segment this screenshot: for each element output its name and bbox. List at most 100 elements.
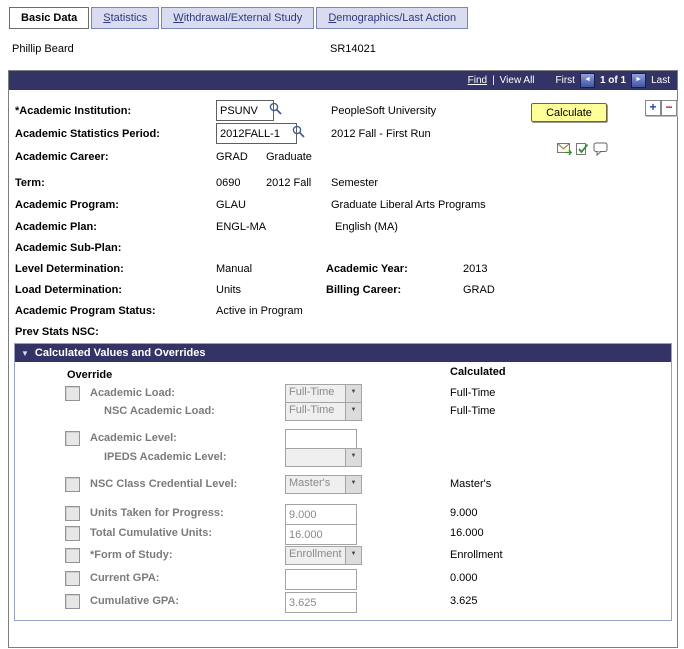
notify-icon[interactable] (557, 142, 574, 157)
academic-load-select-value: Full-Time (289, 386, 335, 398)
column-header-override: Override (67, 369, 113, 381)
value-level-determination: Manual (216, 263, 253, 275)
value-academic-year: 2013 (463, 263, 488, 275)
override-academic-load-checkbox[interactable] (65, 386, 80, 401)
override-row-form-of-study: *Form of Study: Enrollment ▼ Enrollment (15, 546, 671, 565)
label-academic-level: Academic Level: (90, 432, 177, 444)
label-units-taken: Units Taken for Progress: (90, 507, 224, 519)
label-cumulative-gpa: Cumulative GPA: (90, 595, 180, 607)
desc-academic-program: Graduate Liberal Arts Programs (331, 199, 486, 211)
section-header-calculated-values[interactable]: ▼ Calculated Values and Overrides (15, 344, 671, 362)
comment-icon[interactable] (593, 142, 610, 157)
calculated-values-section: ▼ Calculated Values and Overrides Overri… (14, 343, 672, 621)
dropdown-arrow-icon: ▼ (345, 476, 361, 493)
override-total-cumulative-units-checkbox[interactable] (65, 526, 80, 541)
override-row-academic-load: Academic Load: Full-Time ▼ Full-Time (15, 384, 671, 403)
nsc-academic-load-select[interactable]: Full-Time ▼ (285, 402, 362, 421)
value-term: 0690 (216, 177, 241, 189)
nsc-class-credential-level-select[interactable]: Master's ▼ (285, 475, 362, 494)
label-academic-load: Academic Load: (90, 387, 175, 399)
total-cumulative-units-input[interactable] (285, 524, 357, 545)
academic-level-input[interactable] (285, 429, 357, 450)
override-row-nsc-academic-load: NSC Academic Load: Full-Time ▼ Full-Time (15, 402, 671, 421)
column-header-calculated: Calculated (450, 366, 506, 378)
academic-statistics-period-input[interactable] (216, 123, 297, 144)
label-current-gpa: Current GPA: (90, 572, 160, 584)
dropdown-arrow-icon: ▼ (345, 449, 361, 466)
page: Basic Data Statistics Withdrawal/Externa… (0, 0, 684, 649)
override-row-total-cumulative-units: Total Cumulative Units: 16.000 (15, 524, 671, 545)
label-billing-career: Billing Career: (326, 284, 402, 296)
calculated-total-cumulative-units: 16.000 (450, 527, 484, 539)
add-row-button[interactable]: + (645, 100, 661, 116)
academic-institution-input[interactable] (216, 100, 274, 121)
basic-data-group-box: Find | View All First ◄ 1 of 1 ► Last *A… (8, 70, 678, 648)
current-gpa-input[interactable] (285, 569, 357, 590)
person-name: Phillip Beard (12, 43, 74, 55)
label-ipeds-academic-level: IPEDS Academic Level: (104, 451, 227, 463)
lookup-stats-period-icon[interactable] (292, 125, 306, 139)
override-cumulative-gpa-checkbox[interactable] (65, 594, 80, 609)
value-academic-program-status: Active in Program (216, 305, 303, 317)
tab-basic-data[interactable]: Basic Data (9, 7, 90, 29)
label-total-cumulative-units: Total Cumulative Units: (90, 527, 213, 539)
previous-row-button[interactable]: ◄ (579, 73, 595, 88)
delete-row-button[interactable]: − (661, 100, 677, 116)
tab-statistics[interactable]: Statistics (91, 7, 160, 29)
label-nsc-academic-load: NSC Academic Load: (104, 405, 215, 417)
label-nsc-class-credential-level: NSC Class Credential Level: (90, 478, 238, 490)
override-row-cumulative-gpa: Cumulative GPA: 3.625 (15, 592, 671, 613)
override-row-current-gpa: Current GPA: 0.000 (15, 569, 671, 590)
label-level-determination: Level Determination: (15, 263, 124, 275)
row-counter: 1 of 1 (599, 75, 627, 86)
form-of-study-select[interactable]: Enrollment ▼ (285, 546, 362, 565)
calculated-units-taken: 9.000 (450, 507, 478, 519)
value-load-determination: Units (216, 284, 242, 296)
calculate-button[interactable]: Calculate (531, 103, 607, 122)
grid-navigation-bar: Find | View All First ◄ 1 of 1 ► Last (9, 71, 677, 90)
person-id: SR14021 (330, 43, 376, 55)
label-academic-year: Academic Year: (326, 263, 408, 275)
academic-load-select[interactable]: Full-Time ▼ (285, 384, 362, 403)
override-units-taken-checkbox[interactable] (65, 506, 80, 521)
nsc-class-credential-level-select-value: Master's (289, 477, 331, 489)
calculated-current-gpa: 0.000 (450, 572, 478, 584)
tab-withdrawal-external-study[interactable]: Withdrawal/External Study (161, 7, 315, 29)
override-nsc-class-credential-checkbox[interactable] (65, 477, 80, 492)
ipeds-academic-level-select[interactable]: ▼ (285, 448, 362, 467)
calculated-nsc-academic-load: Full-Time (450, 405, 496, 417)
first-link[interactable]: First (556, 75, 575, 86)
calculated-nsc-class-credential-level: Master's (450, 478, 492, 490)
label-academic-institution: *Academic Institution: (15, 105, 132, 117)
find-link[interactable]: Find (468, 75, 487, 86)
override-row-nsc-class-credential-level: NSC Class Credential Level: Master's ▼ M… (15, 475, 671, 494)
dropdown-arrow-icon: ▼ (345, 403, 361, 420)
override-academic-level-checkbox[interactable] (65, 431, 80, 446)
calculated-academic-load: Full-Time (450, 387, 496, 399)
value-term-session: Semester (331, 177, 379, 189)
lookup-institution-icon[interactable] (269, 102, 283, 116)
last-link[interactable]: Last (651, 75, 670, 86)
previous-icon: ◄ (584, 76, 591, 83)
navbar-separator: | (492, 75, 495, 86)
nsc-academic-load-select-value: Full-Time (289, 404, 335, 416)
next-row-button[interactable]: ► (631, 73, 647, 88)
override-row-ipeds-academic-level: IPEDS Academic Level: ▼ (15, 448, 671, 467)
label-academic-career: Academic Career: (15, 151, 109, 163)
calculated-form-of-study: Enrollment (450, 549, 503, 561)
label-academic-sub-plan: Academic Sub-Plan: (15, 242, 122, 254)
units-taken-input[interactable] (285, 504, 357, 525)
override-row-academic-level: Academic Level: (15, 429, 671, 450)
value-billing-career: GRAD (463, 284, 495, 296)
checklist-icon[interactable] (575, 142, 592, 157)
cumulative-gpa-input[interactable] (285, 592, 357, 613)
override-row-units-taken: Units Taken for Progress: 9.000 (15, 504, 671, 525)
desc-stats-period: 2012 Fall - First Run (331, 128, 431, 140)
label-academic-plan: Academic Plan: (15, 221, 97, 233)
tab-demographics-last-action[interactable]: Demographics/Last Action (316, 7, 469, 29)
view-all-link[interactable]: View All (500, 75, 535, 86)
override-current-gpa-checkbox[interactable] (65, 571, 80, 586)
value-academic-program: GLAU (216, 199, 246, 211)
override-form-of-study-checkbox[interactable] (65, 548, 80, 563)
tab-bar: Basic Data Statistics Withdrawal/Externa… (9, 7, 469, 29)
